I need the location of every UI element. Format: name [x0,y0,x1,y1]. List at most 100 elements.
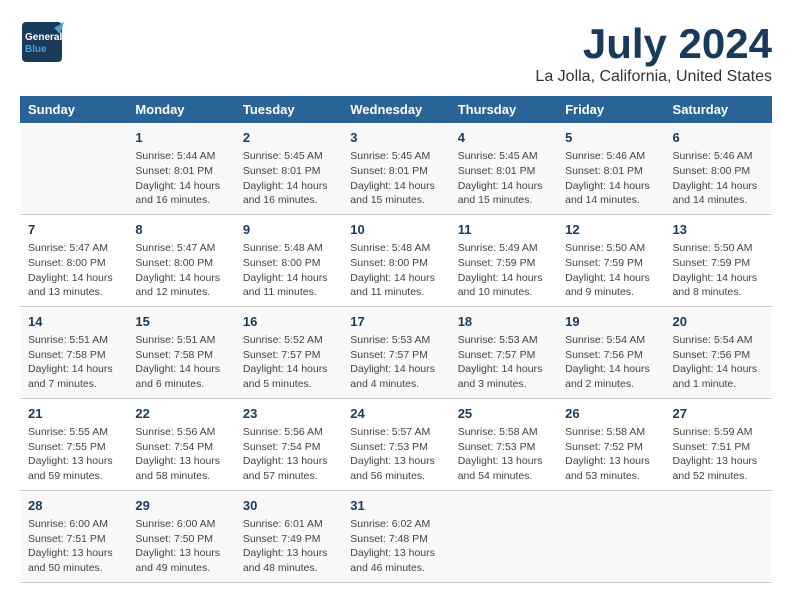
calendar-cell [665,490,772,582]
day-number: 5 [565,129,656,147]
week-row-4: 21 Sunrise: 5:55 AM Sunset: 7:55 PM Dayli… [20,398,772,490]
calendar-cell: 3 Sunrise: 5:45 AM Sunset: 8:01 PM Daylig… [342,123,449,214]
day-info: Sunrise: 5:54 AM Sunset: 7:56 PM Dayligh… [673,333,764,392]
day-info: Sunrise: 5:45 AM Sunset: 8:01 PM Dayligh… [458,149,549,208]
day-info: Sunrise: 5:48 AM Sunset: 8:00 PM Dayligh… [243,241,334,300]
calendar-cell: 1Sunrise: 5:44 AM Sunset: 8:01 PM Daylig… [127,123,234,214]
day-header-monday: Monday [127,96,234,123]
day-info: Sunrise: 5:53 AM Sunset: 7:57 PM Dayligh… [350,333,441,392]
day-number: 18 [458,313,549,331]
day-number: 28 [28,497,119,515]
calendar-cell: 9 Sunrise: 5:48 AM Sunset: 8:00 PM Daylig… [235,214,342,306]
calendar-cell: 4 Sunrise: 5:45 AM Sunset: 8:01 PM Daylig… [450,123,557,214]
calendar-cell: 10 Sunrise: 5:48 AM Sunset: 8:00 PM Dayli… [342,214,449,306]
week-row-1: 1Sunrise: 5:44 AM Sunset: 8:01 PM Daylig… [20,123,772,214]
day-header-sunday: Sunday [20,96,127,123]
week-row-5: 28 Sunrise: 6:00 AM Sunset: 7:51 PM Dayli… [20,490,772,582]
day-info: Sunrise: 5:46 AM Sunset: 8:00 PM Dayligh… [673,149,764,208]
calendar-cell: 18Sunrise: 5:53 AM Sunset: 7:57 PM Dayli… [450,306,557,398]
day-info: Sunrise: 5:50 AM Sunset: 7:59 PM Dayligh… [673,241,764,300]
day-number: 14 [28,313,119,331]
week-row-2: 7 Sunrise: 5:47 AM Sunset: 8:00 PM Daylig… [20,214,772,306]
day-number: 26 [565,405,656,423]
calendar-cell: 2 Sunrise: 5:45 AM Sunset: 8:01 PM Daylig… [235,123,342,214]
day-number: 13 [673,221,764,239]
day-number: 21 [28,405,119,423]
calendar-cell: 7 Sunrise: 5:47 AM Sunset: 8:00 PM Daylig… [20,214,127,306]
calendar-cell: 13 Sunrise: 5:50 AM Sunset: 7:59 PM Dayli… [665,214,772,306]
calendar-cell: 21 Sunrise: 5:55 AM Sunset: 7:55 PM Dayli… [20,398,127,490]
day-number: 30 [243,497,334,515]
day-info: Sunrise: 6:02 AM Sunset: 7:48 PM Dayligh… [350,517,441,576]
day-number: 7 [28,221,119,239]
day-number: 3 [350,129,441,147]
day-number: 20 [673,313,764,331]
svg-text:General: General [25,32,62,43]
month-title: July 2024 [535,20,772,68]
day-info: Sunrise: 5:59 AM Sunset: 7:51 PM Dayligh… [673,425,764,484]
calendar-cell: 25 Sunrise: 5:58 AM Sunset: 7:53 PM Dayli… [450,398,557,490]
calendar-cell [557,490,664,582]
title-block: July 2024 La Jolla, California, United S… [535,20,772,86]
day-header-tuesday: Tuesday [235,96,342,123]
day-number: 17 [350,313,441,331]
calendar-table: SundayMondayTuesdayWednesdayThursdayFrid… [20,96,772,583]
location: La Jolla, California, United States [535,68,772,86]
day-number: 25 [458,405,549,423]
calendar-cell: 6 Sunrise: 5:46 AM Sunset: 8:00 PM Daylig… [665,123,772,214]
calendar-cell: 20 Sunrise: 5:54 AM Sunset: 7:56 PM Dayli… [665,306,772,398]
day-info: Sunrise: 5:52 AM Sunset: 7:57 PM Dayligh… [243,333,334,392]
calendar-cell: 8 Sunrise: 5:47 AM Sunset: 8:00 PM Daylig… [127,214,234,306]
day-info: Sunrise: 5:45 AM Sunset: 8:01 PM Dayligh… [243,149,334,208]
week-row-3: 14 Sunrise: 5:51 AM Sunset: 7:58 PM Dayli… [20,306,772,398]
day-header-friday: Friday [557,96,664,123]
calendar-cell: 16 Sunrise: 5:52 AM Sunset: 7:57 PM Dayli… [235,306,342,398]
day-info: Sunrise: 5:47 AM Sunset: 8:00 PM Dayligh… [28,241,119,300]
calendar-cell: 14 Sunrise: 5:51 AM Sunset: 7:58 PM Dayli… [20,306,127,398]
calendar-cell: 29Sunrise: 6:00 AM Sunset: 7:50 PM Dayli… [127,490,234,582]
day-info: Sunrise: 5:49 AM Sunset: 7:59 PM Dayligh… [458,241,549,300]
page-header: General Blue July 2024 La Jolla, Califor… [20,20,772,86]
day-info: Sunrise: 5:48 AM Sunset: 8:00 PM Dayligh… [350,241,441,300]
calendar-cell: 5 Sunrise: 5:46 AM Sunset: 8:01 PM Daylig… [557,123,664,214]
day-number: 9 [243,221,334,239]
day-number: 12 [565,221,656,239]
day-header-thursday: Thursday [450,96,557,123]
day-number: 6 [673,129,764,147]
day-number: 2 [243,129,334,147]
calendar-cell: 30 Sunrise: 6:01 AM Sunset: 7:49 PM Dayli… [235,490,342,582]
day-info: Sunrise: 6:00 AM Sunset: 7:50 PM Dayligh… [135,517,226,576]
calendar-cell: 27 Sunrise: 5:59 AM Sunset: 7:51 PM Dayli… [665,398,772,490]
day-number: 4 [458,129,549,147]
calendar-cell: 11 Sunrise: 5:49 AM Sunset: 7:59 PM Dayli… [450,214,557,306]
calendar-cell: 17 Sunrise: 5:53 AM Sunset: 7:57 PM Dayli… [342,306,449,398]
day-info: Sunrise: 6:01 AM Sunset: 7:49 PM Dayligh… [243,517,334,576]
day-number: 8 [135,221,226,239]
day-info: Sunrise: 5:50 AM Sunset: 7:59 PM Dayligh… [565,241,656,300]
day-number: 16 [243,313,334,331]
day-info: Sunrise: 5:58 AM Sunset: 7:52 PM Dayligh… [565,425,656,484]
day-info: Sunrise: 5:45 AM Sunset: 8:01 PM Dayligh… [350,149,441,208]
day-number: 31 [350,497,441,515]
day-number: 27 [673,405,764,423]
day-info: Sunrise: 5:47 AM Sunset: 8:00 PM Dayligh… [135,241,226,300]
day-info: Sunrise: 6:00 AM Sunset: 7:51 PM Dayligh… [28,517,119,576]
calendar-cell: 12 Sunrise: 5:50 AM Sunset: 7:59 PM Dayli… [557,214,664,306]
day-info: Sunrise: 5:51 AM Sunset: 7:58 PM Dayligh… [28,333,119,392]
day-info: Sunrise: 5:46 AM Sunset: 8:01 PM Dayligh… [565,149,656,208]
day-info: Sunrise: 5:58 AM Sunset: 7:53 PM Dayligh… [458,425,549,484]
calendar-cell: 31 Sunrise: 6:02 AM Sunset: 7:48 PM Dayli… [342,490,449,582]
calendar-cell: 26 Sunrise: 5:58 AM Sunset: 7:52 PM Dayli… [557,398,664,490]
calendar-cell: 24Sunrise: 5:57 AM Sunset: 7:53 PM Dayli… [342,398,449,490]
logo: General Blue [20,20,64,64]
day-info: Sunrise: 5:55 AM Sunset: 7:55 PM Dayligh… [28,425,119,484]
day-number: 23 [243,405,334,423]
calendar-cell: 28 Sunrise: 6:00 AM Sunset: 7:51 PM Dayli… [20,490,127,582]
svg-text:Blue: Blue [25,44,47,55]
day-number: 10 [350,221,441,239]
day-info: Sunrise: 5:51 AM Sunset: 7:58 PM Dayligh… [135,333,226,392]
day-number: 11 [458,221,549,239]
day-number: 22 [135,405,226,423]
day-info: Sunrise: 5:44 AM Sunset: 8:01 PM Dayligh… [135,149,226,208]
day-number: 19 [565,313,656,331]
